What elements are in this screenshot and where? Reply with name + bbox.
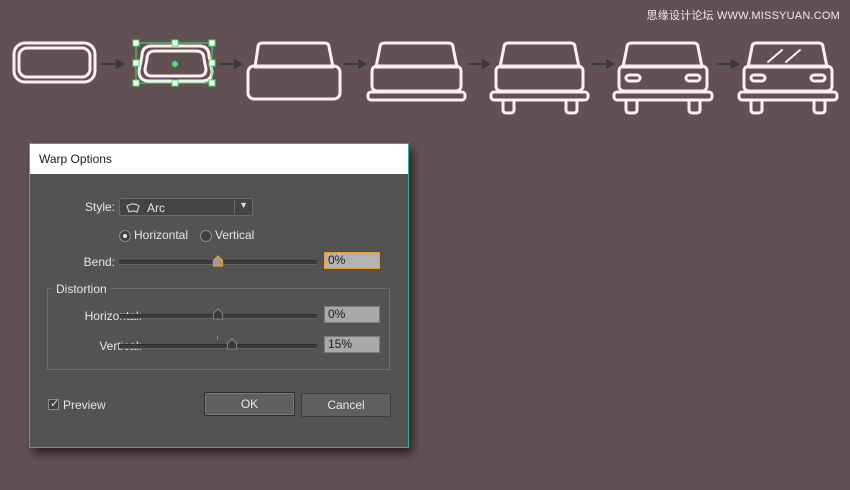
distortion-vertical-field[interactable]: 15% xyxy=(324,336,380,353)
cancel-button[interactable]: Cancel xyxy=(301,393,391,417)
radio-horizontal[interactable] xyxy=(119,230,131,242)
chevron-down-icon: ▼ xyxy=(239,200,248,210)
preview-label: Preview xyxy=(63,398,106,412)
preview-checkbox[interactable]: ✓ xyxy=(48,398,60,410)
ok-button[interactable]: OK xyxy=(204,392,295,416)
step-car-with-glare xyxy=(737,41,839,115)
step-car-with-wheels xyxy=(489,41,590,115)
distortion-title: Distortion xyxy=(52,282,111,296)
distortion-vertical-thumb[interactable] xyxy=(226,338,238,350)
step-car-body-bumper xyxy=(366,41,467,102)
distortion-vertical-slider[interactable] xyxy=(119,344,317,349)
warp-options-dialog: Warp Options Style: Arc ▼ Horizontal Ver… xyxy=(29,143,409,448)
distortion-horizontal-field[interactable]: 0% xyxy=(324,306,380,323)
dialog-title: Warp Options xyxy=(30,144,408,174)
step-car-with-lights xyxy=(612,41,714,115)
style-value: Arc xyxy=(147,201,165,215)
radio-vertical[interactable] xyxy=(200,230,212,242)
style-dropdown[interactable]: Arc ▼ xyxy=(119,198,253,216)
bend-value-field[interactable]: 0% xyxy=(324,252,380,269)
distortion-vertical-center-tick xyxy=(217,336,218,340)
bend-slider-thumb[interactable] xyxy=(212,255,224,267)
distortion-horizontal-thumb[interactable] xyxy=(212,308,224,320)
checkmark-icon: ✓ xyxy=(50,398,60,410)
style-label: Style: xyxy=(84,200,115,214)
radio-horizontal-label: Horizontal xyxy=(134,228,189,242)
arc-icon xyxy=(126,202,140,216)
step-car-body xyxy=(246,41,342,101)
car-steps-illustration xyxy=(12,39,839,115)
bend-label: Bend: xyxy=(83,255,115,269)
distortion-group xyxy=(47,288,390,370)
radio-vertical-label: Vertical xyxy=(215,228,255,242)
